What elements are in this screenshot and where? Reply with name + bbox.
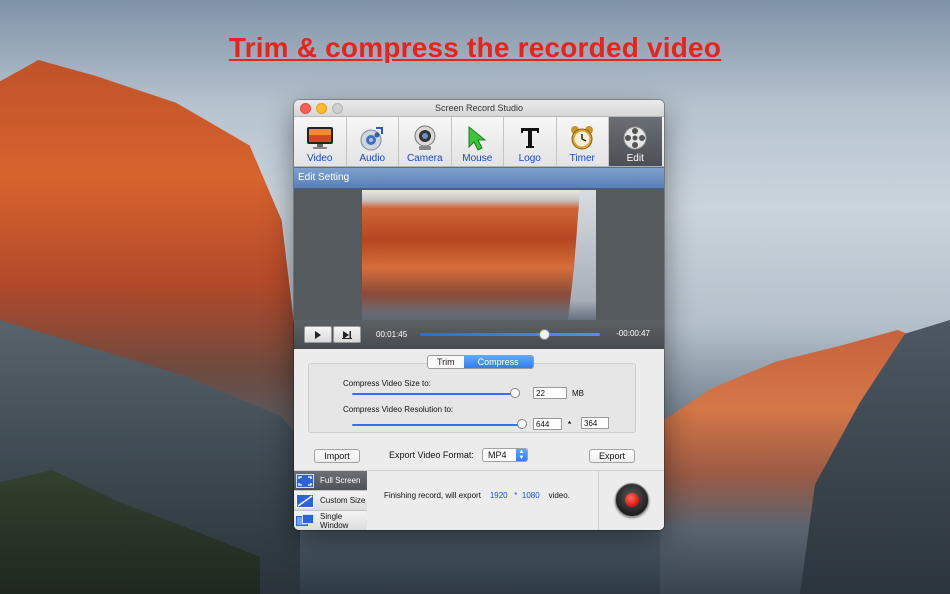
zoom-button[interactable] xyxy=(332,103,343,114)
toolbar: Video Audio Camera Mouse Logo Timer Edit xyxy=(294,117,664,167)
mode-full-screen-label: Full Screen xyxy=(320,476,361,485)
cursor-icon xyxy=(463,123,491,153)
tab-audio[interactable]: Audio xyxy=(347,117,399,166)
mode-custom-size[interactable]: Custom Size xyxy=(294,491,367,511)
size-unit-label: MB xyxy=(572,389,584,398)
tab-trim[interactable]: Trim xyxy=(428,356,464,368)
size-slider-knob[interactable] xyxy=(509,388,520,398)
remaining-time: -00:00:47 xyxy=(616,329,650,338)
mode-single-window[interactable]: Single Window xyxy=(294,511,367,530)
window-controls xyxy=(300,103,343,114)
step-forward-button[interactable] xyxy=(333,326,361,343)
resolution-height-field[interactable]: 364 xyxy=(581,417,609,429)
compress-size-label: Compress Video Size to: xyxy=(343,379,431,388)
export-height: 1080 xyxy=(521,491,540,500)
export-format-select[interactable]: MP4 ▲ ▼ xyxy=(482,448,528,462)
record-area xyxy=(598,471,664,530)
webcam-icon xyxy=(411,123,439,153)
finish-suffix: video. xyxy=(548,491,570,500)
tab-timer-label: Timer xyxy=(569,153,595,164)
preview-frame xyxy=(362,190,596,320)
film-reel-icon xyxy=(621,123,649,153)
resolution-slider-track[interactable] xyxy=(352,424,524,426)
mode-single-window-label: Single Window xyxy=(320,511,349,530)
tab-mouse-label: Mouse xyxy=(462,153,493,164)
export-button[interactable]: Export xyxy=(589,449,635,463)
play-button[interactable] xyxy=(304,326,332,343)
tab-video-label: Video xyxy=(307,153,333,164)
import-button[interactable]: Import xyxy=(314,449,360,463)
text-t-icon xyxy=(516,123,544,153)
tab-edit[interactable]: Edit xyxy=(609,117,662,166)
finish-prefix: Finishing record, will export xyxy=(384,491,481,500)
edit-mode-segmented: Trim Compress xyxy=(427,355,534,369)
monitor-icon xyxy=(306,123,334,153)
title-bar: Screen Record Studio xyxy=(294,100,664,117)
headline: Trim & compress the recorded video xyxy=(228,32,722,63)
tab-mouse[interactable]: Mouse xyxy=(452,117,504,166)
timeline-thumb[interactable] xyxy=(539,329,551,340)
app-window: Screen Record Studio Video Audio Camera … xyxy=(294,100,664,530)
video-preview xyxy=(294,189,664,320)
size-value-field[interactable]: 22 xyxy=(533,387,567,399)
export-separator: * xyxy=(514,491,518,500)
size-slider-track[interactable] xyxy=(352,393,520,395)
tab-logo-label: Logo xyxy=(518,153,541,164)
chevron-updown-icon: ▲ ▼ xyxy=(516,449,527,461)
current-time: 00:01:45 xyxy=(376,330,408,339)
mode-custom-size-label: Custom Size xyxy=(320,496,366,505)
tab-camera-label: Camera xyxy=(406,153,443,164)
play-icon xyxy=(315,330,321,339)
fullscreen-icon xyxy=(296,473,314,488)
resolution-separator: * xyxy=(568,420,572,429)
single-window-icon xyxy=(296,513,314,528)
step-forward-icon xyxy=(342,330,352,339)
alarm-clock-icon xyxy=(568,123,596,153)
speaker-icon xyxy=(358,123,386,153)
preview-sky xyxy=(568,190,596,320)
minimize-button[interactable] xyxy=(316,103,327,114)
resolution-width-field[interactable]: 644 xyxy=(533,418,562,430)
export-format-label: Export Video Format: xyxy=(389,450,474,460)
export-width: 1920 xyxy=(489,491,508,500)
playback-bar: 00:01:45 -00:00:47 xyxy=(294,320,664,349)
section-header: Edit Setting xyxy=(294,167,664,189)
tab-timer[interactable]: Timer xyxy=(557,117,609,166)
tab-camera[interactable]: Camera xyxy=(399,117,452,166)
timeline-track[interactable] xyxy=(420,333,600,336)
tab-edit-label: Edit xyxy=(626,153,644,164)
mode-full-screen[interactable]: Full Screen xyxy=(294,471,367,491)
finish-info: Finishing record, will export 1920 * 108… xyxy=(384,491,570,500)
edit-panel: Trim Compress Compress Video Size to: 22… xyxy=(294,349,664,472)
tab-logo[interactable]: Logo xyxy=(504,117,557,166)
tab-video[interactable]: Video xyxy=(294,117,347,166)
tab-compress[interactable]: Compress xyxy=(463,356,533,368)
tab-audio-label: Audio xyxy=(359,153,386,164)
close-button[interactable] xyxy=(300,103,311,114)
window-title: Screen Record Studio xyxy=(434,103,524,113)
record-mode-panel: Full Screen Custom Size Single Window Fi… xyxy=(294,470,664,530)
compress-resolution-label: Compress Video Resolution to: xyxy=(343,405,454,414)
record-button[interactable] xyxy=(615,483,649,517)
custom-size-icon xyxy=(296,493,314,508)
capture-mode-list: Full Screen Custom Size Single Window xyxy=(294,471,367,530)
export-format-value: MP4 xyxy=(488,450,507,460)
